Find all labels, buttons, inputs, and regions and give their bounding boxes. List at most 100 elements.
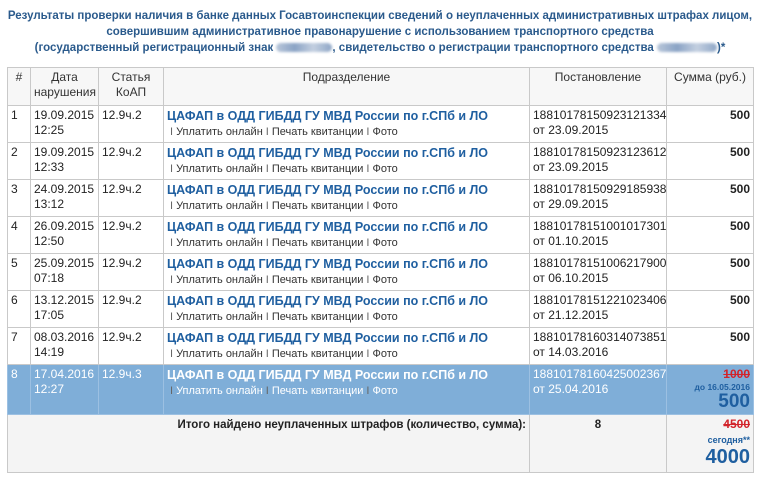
print-receipt-link[interactable]: Печать квитанции bbox=[272, 274, 364, 286]
row-amount: 500 bbox=[666, 105, 754, 143]
row-number: 7 bbox=[7, 327, 31, 365]
table-row[interactable]: 1 19.09.2015 12:25 12.9ч.2 ЦАФАП в ОДД Г… bbox=[7, 105, 754, 143]
row-actions: I Уплатить онлайн I Печать квитанции I Фото bbox=[167, 273, 526, 287]
header-line-1: Результаты проверки наличия в банке данн… bbox=[7, 10, 753, 22]
resolution-number: 18810178151001017301 bbox=[533, 219, 667, 233]
department-link[interactable]: ЦАФАП в ОДД ГИБДД ГУ МВД России по г.СПб… bbox=[167, 108, 526, 125]
row-department: ЦАФАП в ОДД ГИБДД ГУ МВД России по г.СПб… bbox=[163, 105, 530, 143]
row-date-time: 12:25 bbox=[34, 123, 65, 137]
row-number: 6 bbox=[7, 290, 31, 328]
col-header-article: Статья КоАП bbox=[98, 67, 164, 106]
row-amount: 500 bbox=[666, 179, 754, 217]
print-receipt-link[interactable]: Печать квитанции bbox=[272, 126, 364, 138]
department-link[interactable]: ЦАФАП в ОДД ГИБДД ГУ МВД России по г.СПб… bbox=[167, 182, 526, 199]
row-article: 12.9ч.2 bbox=[98, 142, 164, 180]
row-article: 12.9ч.2 bbox=[98, 327, 164, 365]
row-amount: 500 bbox=[666, 253, 754, 291]
table-row-selected[interactable]: 8 17.04.2016 12:27 12.9ч.3 ЦАФАП в ОДД Г… bbox=[7, 364, 754, 415]
row-article: 12.9ч.2 bbox=[98, 290, 164, 328]
pay-online-link[interactable]: Уплатить онлайн bbox=[176, 200, 263, 212]
row-amount: 1000 до 16.05.2016 500 bbox=[666, 364, 754, 415]
department-link[interactable]: ЦАФАП в ОДД ГИБДД ГУ МВД России по г.СПб… bbox=[167, 330, 526, 347]
photo-link[interactable]: Фото bbox=[372, 311, 397, 323]
pay-online-link[interactable]: Уплатить онлайн bbox=[176, 237, 263, 249]
pay-online-link[interactable]: Уплатить онлайн bbox=[176, 311, 263, 323]
table-row[interactable]: 5 25.09.2015 07:18 12.9ч.2 ЦАФАП в ОДД Г… bbox=[7, 253, 754, 291]
photo-link[interactable]: Фото bbox=[372, 237, 397, 249]
department-link[interactable]: ЦАФАП в ОДД ГИБДД ГУ МВД России по г.СПб… bbox=[167, 293, 526, 310]
total-amount: 4500 сегодня** 4000 bbox=[666, 414, 754, 473]
resolution-number: 18810178151006217900 bbox=[533, 256, 667, 270]
action-separator: I bbox=[170, 237, 174, 249]
table-row[interactable]: 6 13.12.2015 17:05 12.9ч.2 ЦАФАП в ОДД Г… bbox=[7, 290, 754, 328]
row-number: 8 bbox=[7, 364, 31, 415]
row-date-day: 25.09.2015 bbox=[34, 256, 95, 270]
total-row: Итого найдено неуплаченных штрафов (коли… bbox=[7, 414, 754, 473]
table-row[interactable]: 2 19.09.2015 12:33 12.9ч.2 ЦАФАП в ОДД Г… bbox=[7, 142, 754, 180]
pay-online-link[interactable]: Уплатить онлайн bbox=[176, 274, 263, 286]
photo-link[interactable]: Фото bbox=[372, 200, 397, 212]
resolution-number: 18810178150923121334 bbox=[533, 108, 667, 122]
row-date: 17.04.2016 12:27 bbox=[30, 364, 99, 415]
row-department: ЦАФАП в ОДД ГИБДД ГУ МВД России по г.СПб… bbox=[163, 179, 530, 217]
row-department: ЦАФАП в ОДД ГИБДД ГУ МВД России по г.СПб… bbox=[163, 327, 530, 365]
department-link[interactable]: ЦАФАП в ОДД ГИБДД ГУ МВД России по г.СПб… bbox=[167, 367, 526, 384]
action-separator: I bbox=[265, 126, 269, 138]
photo-link[interactable]: Фото bbox=[372, 274, 397, 286]
department-link[interactable]: ЦАФАП в ОДД ГИБДД ГУ МВД России по г.СПб… bbox=[167, 145, 526, 162]
action-separator: I bbox=[170, 385, 174, 397]
row-department: ЦАФАП в ОДД ГИБДД ГУ МВД России по г.СПб… bbox=[163, 216, 530, 254]
pay-online-link[interactable]: Уплатить онлайн bbox=[176, 163, 263, 175]
print-receipt-link[interactable]: Печать квитанции bbox=[272, 163, 364, 175]
today-note: сегодня** bbox=[707, 435, 750, 445]
header-line-2: совершившим административное правонаруше… bbox=[106, 26, 654, 38]
action-separator: I bbox=[265, 311, 269, 323]
row-actions: I Уплатить онлайн I Печать квитанции I Фото bbox=[167, 125, 526, 139]
photo-link[interactable]: Фото bbox=[372, 163, 397, 175]
photo-link[interactable]: Фото bbox=[372, 348, 397, 360]
row-date: 25.09.2015 07:18 bbox=[30, 253, 99, 291]
total-new-amount: 4000 bbox=[705, 446, 751, 468]
row-resolution: 18810178150923121334 от 23.09.2015 bbox=[529, 105, 667, 143]
discounted-amount: 500 bbox=[718, 391, 750, 412]
resolution-number: 18810178151221023406 bbox=[533, 293, 667, 307]
department-link[interactable]: ЦАФАП в ОДД ГИБДД ГУ МВД России по г.СПб… bbox=[167, 256, 526, 273]
row-amount: 500 bbox=[666, 216, 754, 254]
photo-link[interactable]: Фото bbox=[372, 126, 397, 138]
row-article: 12.9ч.2 bbox=[98, 179, 164, 217]
resolution-number: 18810178160314073851 bbox=[533, 330, 667, 344]
results-header: Результаты проверки наличия в банке данн… bbox=[0, 0, 760, 54]
row-resolution: 18810178150929185938 от 29.09.2015 bbox=[529, 179, 667, 217]
header-footnote-mark: )* bbox=[717, 42, 726, 54]
row-actions: I Уплатить онлайн I Печать квитанции I Фото bbox=[167, 310, 526, 324]
print-receipt-link[interactable]: Печать квитанции bbox=[272, 200, 364, 212]
table-row[interactable]: 3 24.09.2015 13:12 12.9ч.2 ЦАФАП в ОДД Г… bbox=[7, 179, 754, 217]
col-header-date: Дата нарушения bbox=[30, 67, 99, 106]
photo-link[interactable]: Фото bbox=[372, 385, 397, 397]
row-date-time: 12:50 bbox=[34, 234, 65, 248]
redacted-plate bbox=[276, 43, 333, 53]
row-date-time: 12:27 bbox=[34, 382, 65, 396]
row-date-day: 13.12.2015 bbox=[34, 293, 95, 307]
row-resolution: 18810178160314073851 от 14.03.2016 bbox=[529, 327, 667, 365]
col-header-number: # bbox=[7, 67, 31, 106]
table-row[interactable]: 7 08.03.2016 14:19 12.9ч.2 ЦАФАП в ОДД Г… bbox=[7, 327, 754, 365]
row-resolution: 18810178160425002367 от 25.04.2016 bbox=[529, 364, 667, 415]
row-amount: 500 bbox=[666, 142, 754, 180]
pay-online-link[interactable]: Уплатить онлайн bbox=[176, 348, 263, 360]
table-row[interactable]: 4 26.09.2015 12:50 12.9ч.2 ЦАФАП в ОДД Г… bbox=[7, 216, 754, 254]
row-number: 4 bbox=[7, 216, 31, 254]
pay-online-link[interactable]: Уплатить онлайн bbox=[176, 385, 263, 397]
action-separator: I bbox=[265, 200, 269, 212]
print-receipt-link[interactable]: Печать квитанции bbox=[272, 237, 364, 249]
print-receipt-link[interactable]: Печать квитанции bbox=[272, 385, 364, 397]
row-number: 2 bbox=[7, 142, 31, 180]
row-date-day: 19.09.2015 bbox=[34, 145, 95, 159]
pay-online-link[interactable]: Уплатить онлайн bbox=[176, 126, 263, 138]
resolution-number: 18810178150929185938 bbox=[533, 182, 667, 196]
action-separator: I bbox=[170, 311, 174, 323]
print-receipt-link[interactable]: Печать квитанции bbox=[272, 311, 364, 323]
department-link[interactable]: ЦАФАП в ОДД ГИБДД ГУ МВД России по г.СПб… bbox=[167, 219, 526, 236]
print-receipt-link[interactable]: Печать квитанции bbox=[272, 348, 364, 360]
row-date-time: 12:33 bbox=[34, 160, 65, 174]
